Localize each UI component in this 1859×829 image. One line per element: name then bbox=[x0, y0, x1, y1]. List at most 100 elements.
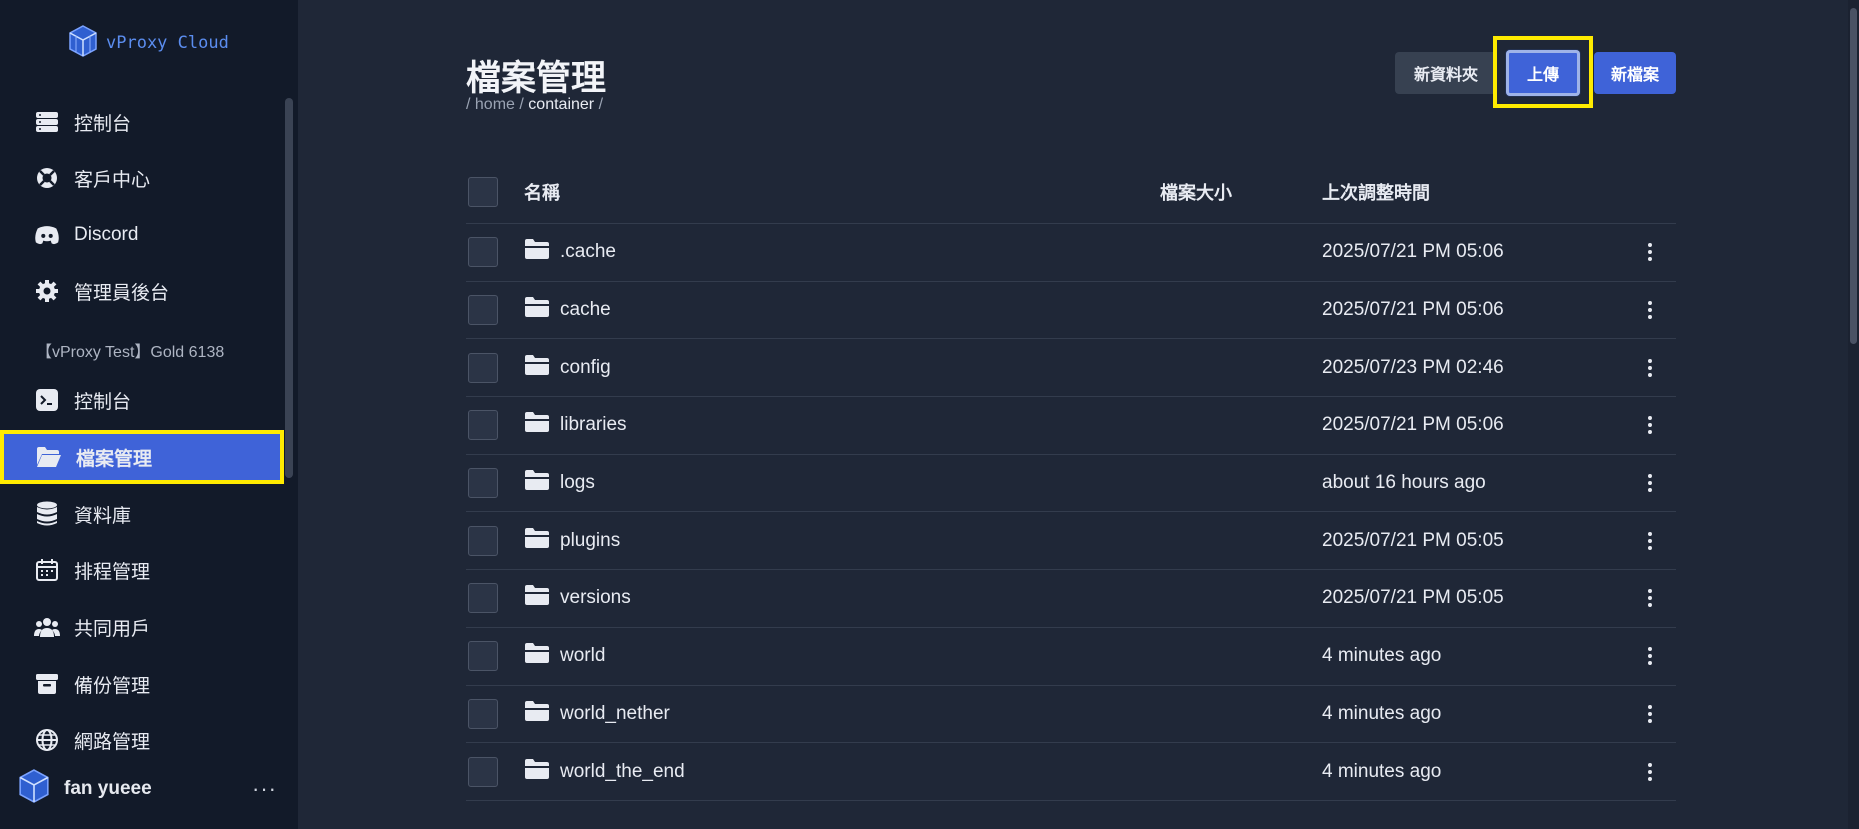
sidebar-item-label: 網路管理 bbox=[74, 731, 151, 753]
app-logo[interactable]: vProxy Cloud bbox=[68, 24, 229, 60]
table-row[interactable]: plugins 2025/07/21 PM 05:05 bbox=[466, 512, 1676, 571]
file-name-cell[interactable]: world bbox=[524, 642, 605, 670]
table-row[interactable]: logs about 16 hours ago bbox=[466, 455, 1676, 513]
sidebar-item-label: 管理員後台 bbox=[74, 282, 170, 304]
sidebar-item-label: 控制台 bbox=[74, 113, 132, 135]
table-row[interactable]: config 2025/07/23 PM 02:46 bbox=[466, 339, 1676, 398]
file-name-cell[interactable]: cache bbox=[524, 296, 611, 324]
more-vertical-icon[interactable] bbox=[1640, 300, 1660, 320]
breadcrumb-current[interactable]: container bbox=[528, 96, 594, 113]
file-name-cell[interactable]: plugins bbox=[524, 527, 620, 555]
sidebar-item-customer-center[interactable]: 客戶中心 bbox=[0, 153, 283, 203]
table-body: .cache 2025/07/21 PM 05:06 cache 2025/07/21… bbox=[466, 224, 1676, 801]
row-checkbox[interactable] bbox=[468, 295, 498, 326]
more-vertical-icon[interactable] bbox=[1640, 415, 1660, 435]
sidebar-item-database[interactable]: 資料庫 bbox=[0, 489, 283, 539]
file-name: libraries bbox=[560, 414, 627, 436]
sidebar-item-network[interactable]: 網路管理 bbox=[0, 715, 283, 765]
file-name: versions bbox=[560, 587, 631, 609]
file-name: world_nether bbox=[560, 702, 670, 724]
sidebar-item-label: 檔案管理 bbox=[76, 448, 153, 470]
column-header-size[interactable]: 檔案大小 bbox=[1160, 179, 1232, 205]
file-modified: about 16 hours ago bbox=[1322, 472, 1486, 494]
more-vertical-icon[interactable] bbox=[1640, 646, 1660, 666]
file-name-cell[interactable]: world_the_end bbox=[524, 758, 685, 786]
server-name-label: 【vProxy Test】Gold 6138 bbox=[36, 344, 225, 361]
more-vertical-icon[interactable] bbox=[1640, 704, 1660, 724]
table-row[interactable]: versions 2025/07/21 PM 05:05 bbox=[466, 570, 1676, 628]
file-name-cell[interactable]: config bbox=[524, 354, 611, 382]
file-modified: 2025/07/23 PM 02:46 bbox=[1322, 356, 1504, 378]
column-header-name[interactable]: 名稱 bbox=[524, 179, 560, 205]
page-scrollbar-thumb[interactable] bbox=[1850, 8, 1857, 344]
sidebar-item-users[interactable]: 共同用戶 bbox=[0, 602, 283, 652]
sidebar-item-admin[interactable]: 管理員後台 bbox=[0, 266, 283, 316]
folder-icon bbox=[524, 238, 550, 266]
calendar-icon bbox=[34, 557, 60, 583]
file-name-cell[interactable]: world_nether bbox=[524, 700, 670, 728]
more-horizontal-icon[interactable]: ··· bbox=[252, 776, 277, 802]
sidebar-item-label: 控制台 bbox=[74, 391, 132, 413]
row-checkbox[interactable] bbox=[468, 525, 498, 556]
server-stack-icon bbox=[34, 109, 60, 135]
sidebar-item-file-manager[interactable]: 檔案管理 bbox=[0, 430, 284, 484]
column-header-modified[interactable]: 上次調整時間 bbox=[1322, 179, 1430, 205]
sidebar-scrollbar[interactable] bbox=[285, 98, 293, 478]
file-modified: 4 minutes ago bbox=[1322, 760, 1442, 782]
more-vertical-icon[interactable] bbox=[1640, 762, 1660, 782]
table-row[interactable]: world_nether 4 minutes ago bbox=[466, 686, 1676, 744]
row-checkbox[interactable] bbox=[468, 410, 498, 441]
more-vertical-icon[interactable] bbox=[1640, 473, 1660, 493]
breadcrumb-separator: / bbox=[519, 96, 524, 113]
folder-icon bbox=[524, 296, 550, 324]
breadcrumb-home[interactable]: home bbox=[475, 96, 515, 113]
file-name: cache bbox=[560, 299, 611, 321]
folder-icon bbox=[524, 354, 550, 382]
more-vertical-icon[interactable] bbox=[1640, 588, 1660, 608]
row-checkbox[interactable] bbox=[468, 237, 498, 268]
more-vertical-icon[interactable] bbox=[1640, 358, 1660, 378]
upload-button[interactable]: 上傳 bbox=[1506, 50, 1580, 96]
discord-icon bbox=[34, 222, 60, 248]
row-checkbox[interactable] bbox=[468, 468, 498, 499]
table-row[interactable]: world 4 minutes ago bbox=[466, 628, 1676, 686]
file-name-cell[interactable]: logs bbox=[524, 469, 595, 497]
file-name-cell[interactable]: libraries bbox=[524, 411, 627, 439]
table-row[interactable]: cache 2025/07/21 PM 05:06 bbox=[466, 282, 1676, 340]
sidebar-item-label: 客戶中心 bbox=[74, 169, 151, 191]
table-row[interactable]: world_the_end 4 minutes ago bbox=[466, 743, 1676, 801]
row-checkbox[interactable] bbox=[468, 641, 498, 672]
row-checkbox[interactable] bbox=[468, 352, 498, 383]
new-file-button[interactable]: 新檔案 bbox=[1594, 52, 1676, 94]
row-checkbox[interactable] bbox=[468, 583, 498, 614]
sidebar-item-dashboard[interactable]: 控制台 bbox=[0, 97, 283, 147]
folder-icon bbox=[524, 758, 550, 786]
more-vertical-icon[interactable] bbox=[1640, 531, 1660, 551]
row-checkbox[interactable] bbox=[468, 698, 498, 729]
table-row[interactable]: libraries 2025/07/21 PM 05:06 bbox=[466, 397, 1676, 455]
sidebar-item-label: 共同用戶 bbox=[74, 618, 151, 640]
page-scrollbar[interactable] bbox=[1848, 0, 1859, 829]
row-checkbox[interactable] bbox=[468, 756, 498, 787]
folder-icon bbox=[524, 642, 550, 670]
file-modified: 2025/07/21 PM 05:06 bbox=[1322, 299, 1504, 321]
more-vertical-icon[interactable] bbox=[1640, 242, 1660, 262]
sidebar-item-schedules[interactable]: 排程管理 bbox=[0, 545, 283, 595]
user-profile[interactable]: fan yueee bbox=[18, 766, 280, 812]
file-table: 名稱 檔案大小 上次調整時間 .cache 2025/07/21 PM 05:06… bbox=[466, 160, 1676, 801]
file-modified: 2025/07/21 PM 05:05 bbox=[1322, 529, 1504, 551]
avatar bbox=[18, 769, 50, 809]
file-name-cell[interactable]: versions bbox=[524, 584, 631, 612]
select-all-checkbox[interactable] bbox=[468, 176, 498, 207]
folder-icon bbox=[524, 469, 550, 497]
file-name-cell[interactable]: .cache bbox=[524, 238, 616, 266]
sidebar-item-discord[interactable]: Discord bbox=[0, 210, 283, 260]
sidebar-item-backups[interactable]: 備份管理 bbox=[0, 659, 283, 709]
table-row[interactable]: .cache 2025/07/21 PM 05:06 bbox=[466, 224, 1676, 282]
sidebar-item-console[interactable]: 控制台 bbox=[0, 375, 283, 425]
file-name: plugins bbox=[560, 529, 621, 551]
globe-icon bbox=[34, 727, 60, 753]
sidebar: vProxy Cloud 控制台 客戶中心 Discord 管理員後台 【vPr… bbox=[0, 0, 298, 829]
page-title: 檔案管理 bbox=[466, 59, 607, 98]
new-folder-button[interactable]: 新資料夾 bbox=[1395, 52, 1497, 94]
